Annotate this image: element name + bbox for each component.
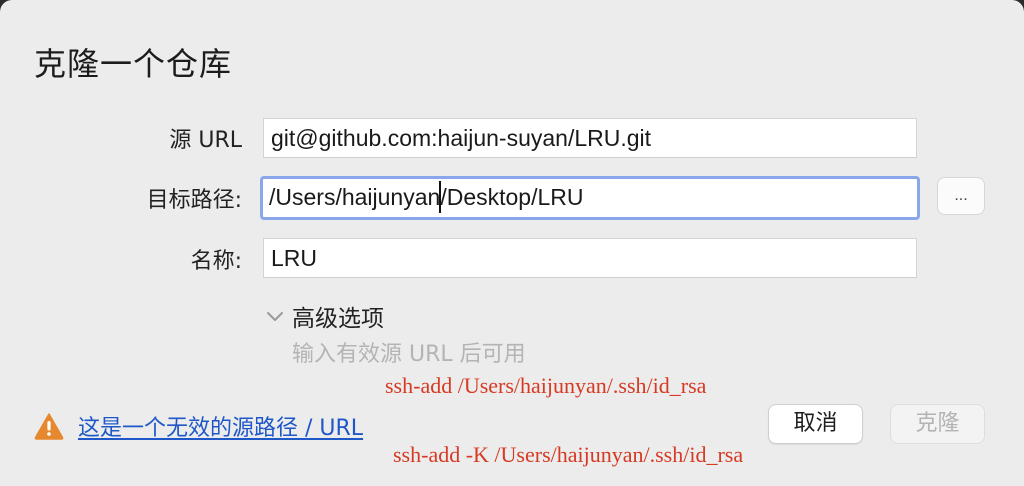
clone-repository-dialog: 克隆一个仓库 源 URL git@github.com:haijun-suyan… [0,0,1024,486]
source-url-label: 源 URL [169,128,242,153]
browse-path-button[interactable]: ... [937,177,985,215]
target-path-text-before-caret: /Users/haijunyan [269,184,441,210]
warning-icon [34,413,64,440]
name-input[interactable]: LRU [263,238,917,278]
ssh-add-annotation: ssh-add /Users/haijunyan/.ssh/id_rsa [385,373,707,398]
error-message-row: 这是一个无效的源路径 / URL [34,406,363,446]
ssh-add-keychain-annotation: ssh-add -K /Users/haijunyan/.ssh/id_rsa [393,442,744,467]
advanced-options-hint: 输入有效源 URL 后可用 [292,342,526,367]
clone-button[interactable]: 克隆 [890,404,985,444]
target-path-text-after-caret: /Desktop/LRU [440,184,584,210]
text-caret [439,180,442,213]
advanced-options-toggle[interactable]: 高级选项 [264,296,384,336]
name-label: 名称: [190,249,242,274]
source-url-input[interactable]: git@github.com:haijun-suyan/LRU.git [263,118,917,158]
dialog-title: 克隆一个仓库 [34,45,233,83]
target-path-label: 目标路径: [146,188,242,213]
chevron-down-icon [267,312,283,321]
target-path-input[interactable]: /Users/haijunyan/Desktop/LRU [260,176,920,220]
cancel-button[interactable]: 取消 [768,404,863,444]
advanced-options-label: 高级选项 [292,306,384,332]
invalid-source-link[interactable]: 这是一个无效的源路径 / URL [78,410,363,442]
